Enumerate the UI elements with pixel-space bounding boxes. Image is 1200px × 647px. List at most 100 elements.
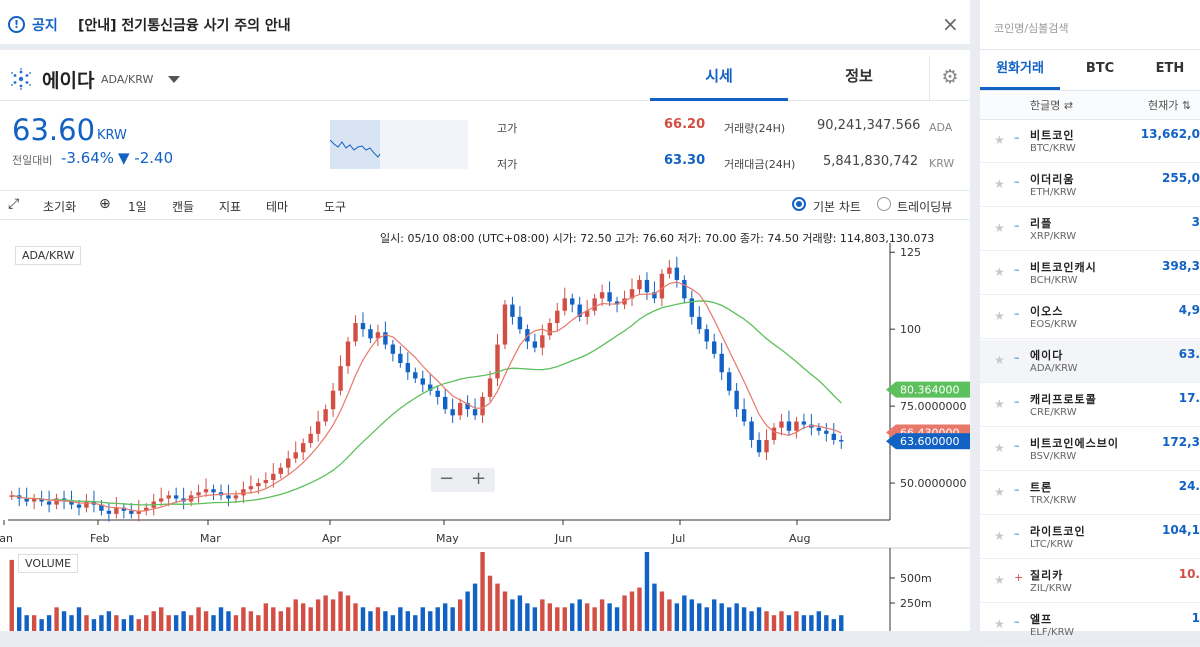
- candle-body: [61, 498, 67, 502]
- volume-bar: [741, 607, 747, 631]
- candle-body: [659, 273, 665, 299]
- globe-icon[interactable]: ⊕: [99, 196, 111, 212]
- close-icon[interactable]: ×: [942, 12, 959, 36]
- candle-body: [129, 510, 134, 514]
- star-icon[interactable]: ★: [994, 485, 1005, 499]
- star-icon[interactable]: ★: [994, 617, 1005, 631]
- x-tick-label: Feb: [90, 532, 109, 545]
- candle-body: [480, 396, 485, 416]
- period-select[interactable]: 1일: [128, 198, 147, 215]
- volume-bar: [375, 607, 381, 631]
- tradingview-label[interactable]: 트레이딩뷰: [897, 198, 952, 215]
- x-tick-label: Mar: [200, 532, 221, 545]
- theme-select[interactable]: 테마: [266, 198, 288, 215]
- tools-select[interactable]: 도구: [324, 198, 346, 215]
- star-icon[interactable]: ★: [994, 529, 1005, 543]
- notice-bar[interactable]: ! 공지 [안내] 전기통신금융 사기 주의 안내 ×: [0, 0, 970, 50]
- coin-row[interactable]: ★ – 트론 TRX/KRW 24.: [980, 472, 1200, 515]
- candle-body: [46, 501, 52, 505]
- candle-body: [413, 372, 418, 379]
- coin-row[interactable]: ★ – 에이다 ADA/KRW 63.: [980, 340, 1200, 383]
- col-name[interactable]: 한글명 ⇄: [1030, 91, 1073, 121]
- search-input[interactable]: 코인명/심볼검색: [994, 20, 1069, 36]
- tab-eth[interactable]: ETH: [1140, 50, 1200, 90]
- candle-body: [540, 335, 545, 348]
- star-icon[interactable]: ★: [994, 353, 1005, 367]
- coin-row[interactable]: ★ – 엘프 ELF/KRW 1: [980, 604, 1200, 647]
- candle-body: [779, 421, 784, 428]
- indicator-select[interactable]: 지표: [219, 198, 241, 215]
- volume-bar: [181, 611, 186, 631]
- x-tick-label: Jul: [671, 532, 685, 545]
- coin-dropdown-icon[interactable]: [168, 76, 180, 83]
- volume-bar: [233, 615, 239, 631]
- volume-bar: [794, 611, 799, 631]
- coin-row[interactable]: ★ – 라이트코인 LTC/KRW 104,1: [980, 516, 1200, 559]
- tab-krw[interactable]: 원화거래: [980, 50, 1060, 90]
- candle-body: [151, 501, 156, 508]
- candle-body: [196, 492, 201, 496]
- star-icon[interactable]: ★: [994, 397, 1005, 411]
- star-icon[interactable]: ★: [994, 221, 1005, 235]
- candle-body: [495, 344, 500, 379]
- volume-bar: [839, 615, 844, 631]
- candle-body: [592, 298, 597, 311]
- star-icon[interactable]: ★: [994, 441, 1005, 455]
- ma-long-tag-arrow: [886, 381, 896, 398]
- coin-row[interactable]: ★ – 이더리움 ETH/KRW 255,0: [980, 164, 1200, 207]
- volume-bar: [682, 595, 687, 631]
- coin-row[interactable]: ★ – 캐리프로토콜 CRE/KRW 17.: [980, 384, 1200, 427]
- candle-body: [54, 498, 59, 505]
- star-icon[interactable]: ★: [994, 133, 1005, 147]
- candle-body: [353, 323, 358, 342]
- candle-body: [308, 433, 313, 444]
- candle-select[interactable]: 캔들: [172, 198, 194, 215]
- coin-row[interactable]: ★ – 리플 XRP/KRW 3: [980, 208, 1200, 251]
- coin-row[interactable]: ★ – 비트코인캐시 BCH/KRW 398,3: [980, 252, 1200, 295]
- gear-icon[interactable]: ⚙: [929, 56, 970, 101]
- basic-chart-label[interactable]: 기본 차트: [813, 198, 861, 215]
- volume-bar: [809, 615, 814, 631]
- tab-btc[interactable]: BTC: [1060, 50, 1140, 90]
- candle-body: [794, 421, 799, 431]
- volume-bar: [61, 611, 67, 631]
- candle-body: [465, 403, 470, 410]
- volume-bar: [256, 615, 261, 631]
- reset-button[interactable]: 초기화: [43, 198, 76, 215]
- coin-price: 4,9: [1178, 303, 1200, 317]
- coin-row[interactable]: ★ – 비트코인에스브이 BSV/KRW 172,3: [980, 428, 1200, 471]
- star-icon[interactable]: ★: [994, 265, 1005, 279]
- coin-row[interactable]: ★ + 질리카 ZIL/KRW 10.: [980, 560, 1200, 603]
- notice-text[interactable]: [안내] 전기통신금융 사기 주의 안내: [78, 15, 291, 35]
- star-icon[interactable]: ★: [994, 573, 1005, 587]
- volume-bar: [555, 607, 560, 631]
- last-price-tag-arrow: [886, 433, 896, 450]
- volume-bar: [114, 615, 119, 631]
- volume-bar: [517, 595, 523, 631]
- search-box[interactable]: 코인명/심볼검색: [980, 0, 1200, 50]
- candle-body: [510, 304, 515, 317]
- candle-body: [502, 304, 508, 345]
- expand-icon[interactable]: ⤢: [8, 196, 19, 212]
- change-amount: ▼ -2.40: [118, 149, 174, 167]
- volume-bar: [756, 607, 762, 631]
- tab-quote[interactable]: 시세: [650, 56, 788, 101]
- volume-bar: [211, 615, 216, 631]
- candle-body: [278, 467, 283, 474]
- candle-body: [712, 341, 717, 354]
- candle-body: [756, 439, 762, 453]
- star-icon[interactable]: ★: [994, 309, 1005, 323]
- coin-row[interactable]: ★ – 비트코인 BTC/KRW 13,662,0: [980, 120, 1200, 163]
- volume-bar: [263, 603, 269, 631]
- tradingview-radio[interactable]: [877, 197, 891, 211]
- coin-price: 10.: [1178, 567, 1200, 581]
- coin-price: 63.: [1178, 347, 1200, 361]
- tab-info[interactable]: 정보: [790, 56, 928, 101]
- volume-bar: [771, 615, 777, 631]
- zoom-in-button[interactable]: +: [471, 468, 486, 490]
- zoom-out-button[interactable]: −: [439, 468, 454, 490]
- star-icon[interactable]: ★: [994, 177, 1005, 191]
- volume-bar: [450, 607, 455, 631]
- col-price[interactable]: 현재가 ⇅: [1148, 91, 1191, 121]
- coin-row[interactable]: ★ – 이오스 EOS/KRW 4,9: [980, 296, 1200, 339]
